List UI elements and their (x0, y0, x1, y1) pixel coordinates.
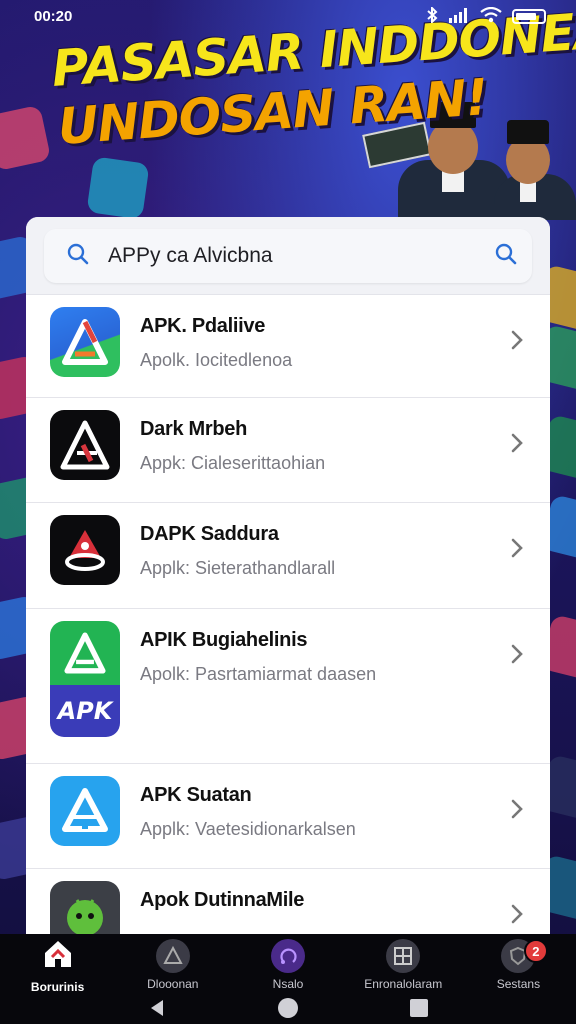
apk-green-icon (50, 621, 120, 685)
apk-a-green-icon (50, 307, 120, 377)
list-item[interactable]: DAPK Saddura Applk: Sieterathandlarall (26, 503, 550, 609)
app-icon-stack: APK (50, 621, 120, 737)
bluetooth-icon (426, 5, 438, 26)
app-name: Dark Mrbeh (140, 418, 248, 440)
status-bar: 00:20 (0, 0, 576, 32)
apk-purple-icon: APK (50, 685, 120, 737)
nav-label: Borurinis (30, 979, 85, 994)
apk-blue-icon (50, 776, 120, 846)
nav-item-download[interactable]: Dlooonan (115, 934, 230, 996)
search-icon (66, 242, 90, 271)
chevron-right-icon (511, 433, 523, 453)
list-item[interactable]: APK. Pdaliive Apolk. Iocitedlenoa (26, 295, 550, 398)
list-item[interactable]: APK APIK Bugiahelinis Apolk: Pasrtamiarm… (26, 609, 550, 764)
chevron-right-icon (511, 330, 523, 350)
home-icon (41, 937, 75, 976)
nav-item-home[interactable]: Borurinis (0, 934, 115, 996)
list-item[interactable]: Dark Mrbeh Appk: Cialeserittaohian (26, 398, 550, 503)
chevron-right-icon (511, 644, 523, 664)
nav-item-nsalo[interactable]: Nsalo (230, 934, 345, 996)
app-subtitle: Apolk: Pasrtamiarmat daasen (140, 664, 377, 684)
promo-banner[interactable]: PASASAR INDDONEAN UNDOSAN RAN! (40, 0, 576, 220)
app-subtitle: Appk: Cialeserittaohian (140, 453, 326, 473)
app-subtitle: Applk: Sieterathandlarall (140, 558, 336, 578)
nav-label: Enronalolaram (364, 977, 443, 991)
recents-icon[interactable] (409, 998, 429, 1023)
red-triangle-icon (50, 515, 120, 585)
app-name: APK. Pdaliive (140, 315, 266, 337)
search-box[interactable]: APPy ca Alvicbna (44, 229, 532, 283)
nav-item-categories[interactable]: Enronalolaram (346, 934, 461, 996)
bottom-nav: Borurinis Dlooonan Nsalo Enronalolaram 2… (0, 934, 576, 996)
signal-icon (448, 7, 470, 26)
app-name: APK Suatan (140, 784, 252, 806)
system-nav-bar (0, 996, 576, 1024)
wifi-icon (480, 6, 502, 26)
app-list-panel: APPy ca Alvicbna APK. Pdaliive Apolk. Io… (26, 217, 550, 947)
nav-label: Dlooonan (147, 977, 199, 991)
nav-item-settings[interactable]: 2 Sestans (461, 934, 576, 996)
notification-badge: 2 (523, 939, 548, 963)
dark-a-icon (50, 410, 120, 480)
app-subtitle: Applk: Vaetesidionarkalsen (140, 819, 356, 839)
triangle-icon (155, 939, 190, 973)
app-list: APK. Pdaliive Apolk. Iocitedlenoa Dark M… (26, 295, 550, 947)
status-icons (426, 5, 546, 26)
list-item[interactable]: APK Suatan Applk: Vaetesidionarkalsen (26, 764, 550, 869)
back-icon[interactable] (147, 998, 167, 1023)
chevron-right-icon (511, 538, 523, 558)
app-subtitle: Apolk. Iocitedlenoa (140, 350, 293, 370)
orbit-icon (271, 939, 305, 973)
battery-icon (512, 8, 546, 24)
home-circle-icon[interactable] (277, 997, 299, 1024)
grid-icon (386, 939, 421, 973)
app-name: APIK Bugiahelinis (140, 629, 308, 651)
chevron-right-icon (511, 904, 523, 924)
status-time: 00:20 (34, 7, 73, 25)
search-bar: APPy ca Alvicbna (26, 217, 550, 295)
search-input[interactable]: APPy ca Alvicbna (108, 244, 494, 268)
nav-label: Nsalo (272, 977, 304, 991)
app-name: Apok DutinnaMile (140, 889, 305, 911)
nav-label: Sestans (496, 977, 541, 991)
apk-icon-text: APK (57, 697, 113, 725)
search-submit-icon[interactable] (494, 242, 518, 271)
chevron-right-icon (511, 799, 523, 819)
app-name: DAPK Saddura (140, 523, 279, 545)
